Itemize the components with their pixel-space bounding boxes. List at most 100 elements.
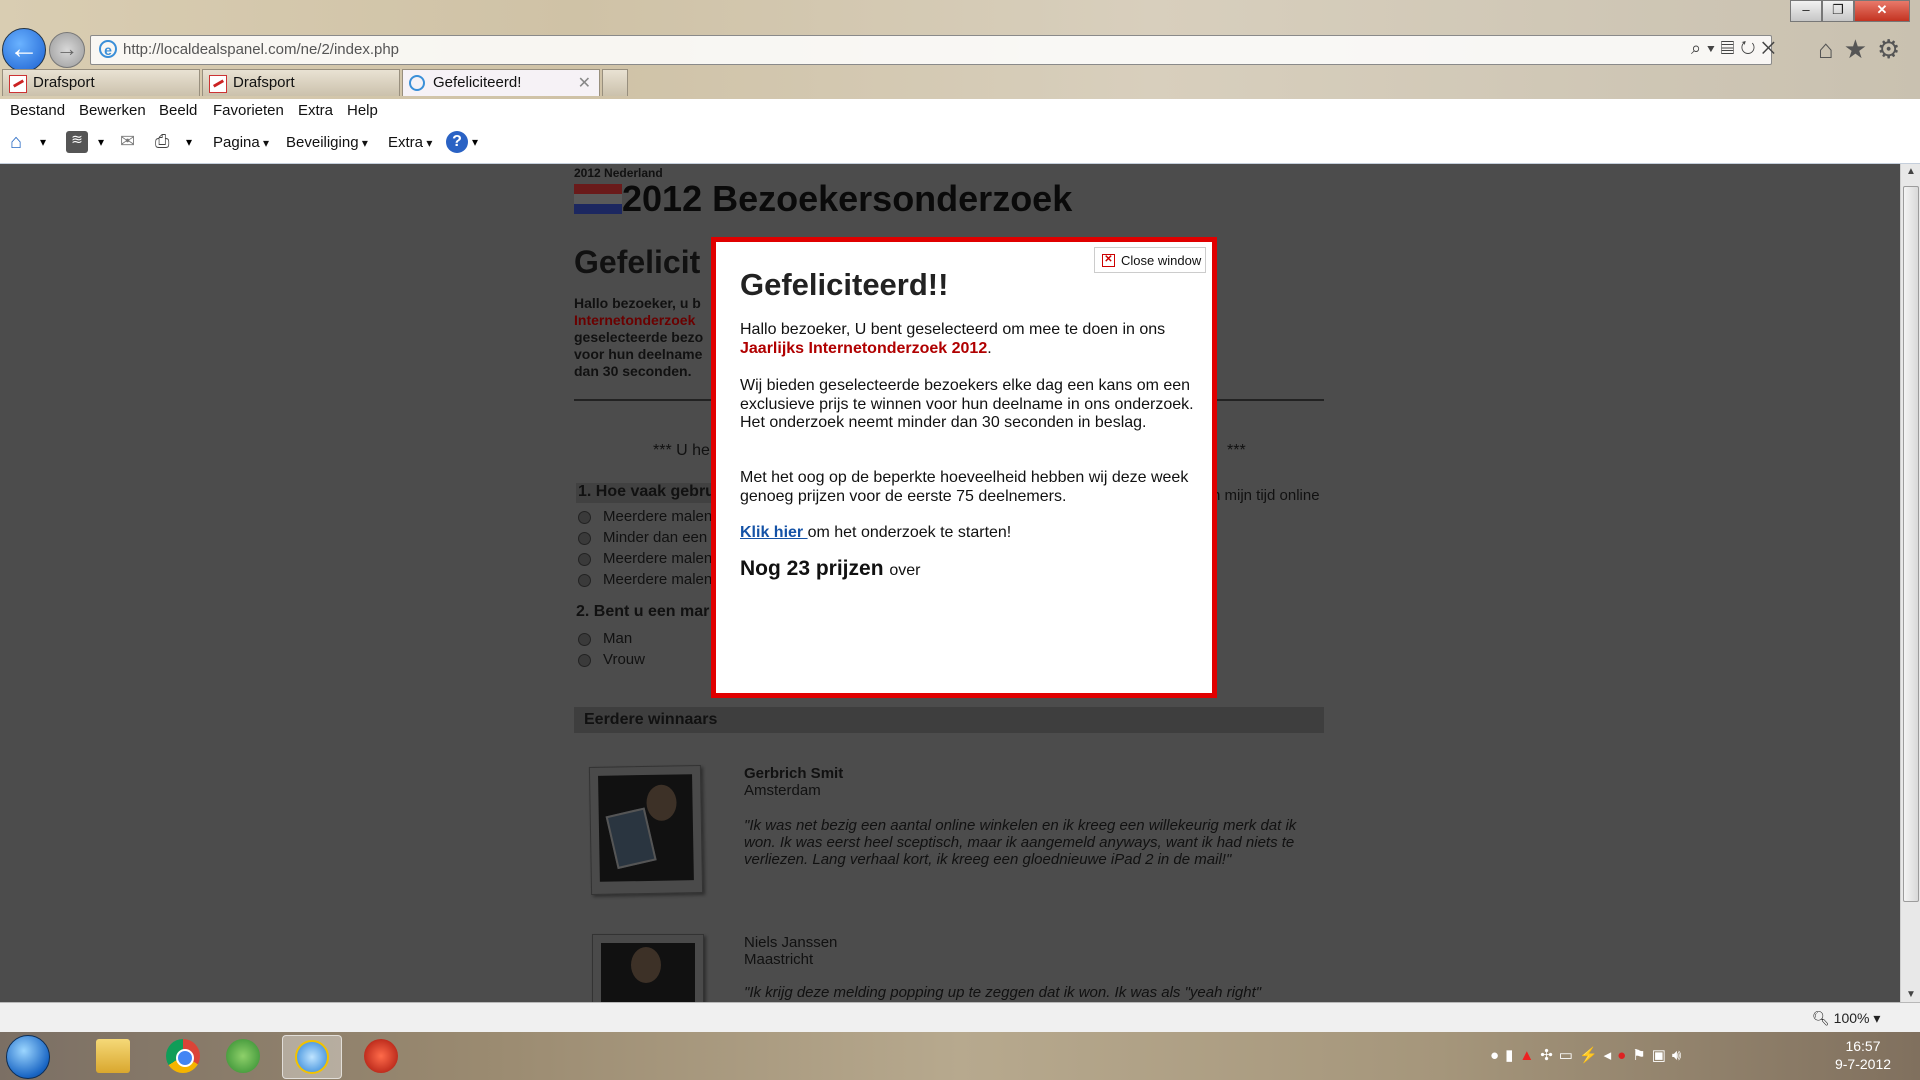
home-icon[interactable]: ⌂ [10, 131, 32, 153]
back-button[interactable]: ← [2, 28, 46, 72]
dropdown-icon[interactable]: ▾ [1707, 38, 1721, 58]
zoom-value: 100% [1833, 1010, 1870, 1026]
scroll-down-icon[interactable]: ▼ [1901, 989, 1920, 1000]
tray-icon[interactable]: ● [1490, 1047, 1505, 1064]
system-tray: ●▮▲✣▭⚡◂●⚑▣🔊︎ [1490, 1046, 1687, 1064]
radio-button[interactable] [578, 510, 591, 524]
modal-title: Gefeliciteerd!! [740, 267, 949, 302]
vertical-scrollbar[interactable]: ▲ ▼ [1900, 164, 1920, 1002]
intro-line: dan 30 seconden. [574, 363, 692, 379]
favorites-star-icon[interactable]: ★ [1844, 34, 1877, 64]
tab-drafsport-2[interactable]: Drafsport [202, 69, 400, 96]
search-icon[interactable]: ⌕ [1691, 38, 1707, 58]
page-menu[interactable]: Pagina [213, 134, 269, 151]
close-window-button[interactable]: ✕ [1854, 0, 1910, 22]
action-center-flag-icon[interactable]: ⚑ [1632, 1047, 1651, 1064]
network-icon[interactable]: ▣ [1652, 1047, 1672, 1064]
winner-city: Maastricht [744, 951, 814, 968]
internet-explorer-icon[interactable] [282, 1035, 342, 1079]
menu-help[interactable]: Help [347, 102, 378, 119]
option-label: Man [603, 630, 633, 647]
refresh-icon[interactable]: ↻ [1740, 38, 1761, 58]
print-icon[interactable]: ⎙ [155, 131, 177, 153]
radio-button[interactable] [578, 531, 591, 545]
explorer-folder-icon[interactable] [84, 1035, 142, 1077]
winner-quote: "Ik krijg deze melding popping up te zeg… [744, 984, 1262, 1001]
menu-bar: Bestand Bewerken Beeld Favorieten Extra … [0, 99, 1920, 164]
question-2-option[interactable]: Vrouw [578, 651, 645, 668]
tab-drafsport-1[interactable]: Drafsport [2, 69, 200, 96]
question-2-option[interactable]: Man [578, 630, 632, 647]
tab-close-icon[interactable]: ✕ [578, 73, 591, 93]
help-icon[interactable]: ? [446, 131, 468, 153]
tray-icon[interactable]: ▮ [1505, 1047, 1519, 1064]
drafsport-favicon-icon [209, 75, 227, 93]
app-taskbar-icon[interactable] [352, 1035, 410, 1077]
menu-bewerken[interactable]: Bewerken [79, 102, 146, 119]
option-label: Meerdere malen [603, 550, 713, 567]
mail-icon[interactable]: ✉ [120, 131, 142, 153]
question-1-option[interactable]: Meerdere malen [578, 550, 712, 567]
url-text[interactable]: http://localdealspanel.com/ne/2/index.ph… [123, 41, 399, 58]
radio-button[interactable] [578, 552, 591, 566]
start-button[interactable] [6, 1035, 50, 1079]
menu-bestand[interactable]: Bestand [10, 102, 65, 119]
radio-button[interactable] [578, 632, 591, 646]
close-window-button[interactable]: ✕ Close window [1094, 247, 1206, 273]
maximize-button[interactable]: ❐ [1822, 0, 1854, 22]
chrome-icon[interactable] [154, 1035, 212, 1077]
dropdown-icon[interactable]: ▾ [98, 135, 120, 157]
zoom-level[interactable]: 🔍︎ 100% ▾ [1812, 1010, 1880, 1027]
tray-icon[interactable]: ● [1617, 1047, 1632, 1064]
tray-icon[interactable]: ✣ [1540, 1047, 1559, 1064]
background-heading: Gefelicit [574, 244, 701, 280]
settings-gear-icon[interactable]: ⚙ [1877, 34, 1910, 64]
extra-menu[interactable]: Extra [388, 134, 432, 151]
stop-icon[interactable]: ✕ [1762, 38, 1782, 58]
tray-icon[interactable]: ◂ [1604, 1047, 1618, 1064]
intro-line: voor hun deelname [574, 346, 703, 362]
address-bar[interactable]: e http://localdealspanel.com/ne/2/index.… [90, 35, 1775, 65]
winner-name: Gerbrich Smit [744, 765, 844, 782]
adobe-tray-icon[interactable]: ▲ [1519, 1047, 1540, 1064]
tab-gefeliciteerd[interactable]: Gefeliciteerd! ✕ [402, 69, 600, 96]
menu-favorieten[interactable]: Favorieten [213, 102, 284, 119]
intro-line: Internetonderzoek [574, 312, 696, 328]
taskbar-clock[interactable]: 16:57 9-7-2012 [1818, 1037, 1908, 1073]
radio-button[interactable] [578, 573, 591, 587]
scroll-up-icon[interactable]: ▲ [1901, 166, 1920, 177]
zoom-icon: 🔍︎ [1812, 1010, 1834, 1026]
modal-cta: Klik hier om het onderzoek te starten! [740, 524, 1196, 543]
radio-button[interactable] [578, 653, 591, 667]
person-face [646, 784, 677, 821]
minimize-button[interactable]: – [1790, 0, 1822, 22]
winner-name: Niels Janssen [744, 934, 838, 951]
messenger-icon[interactable] [214, 1035, 272, 1077]
home-icon[interactable]: ⌂ [1818, 34, 1844, 64]
menu-extra[interactable]: Extra [298, 102, 333, 119]
dropdown-icon[interactable]: ▾ [472, 135, 494, 157]
browser-command-icons: ⌂★⚙ [1818, 34, 1910, 65]
question-1-option[interactable]: Meerdere malen [578, 571, 712, 588]
tray-icon[interactable]: ⚡ [1579, 1047, 1604, 1064]
address-tools[interactable]: ⌕▾▤↻✕ [1691, 38, 1781, 59]
security-menu[interactable]: Beveiliging [286, 134, 368, 151]
compat-view-icon[interactable]: ▤ [1721, 38, 1741, 58]
modal-paragraph-2: Wij bieden geselecteerde bezoekers elke … [740, 377, 1194, 431]
question-1-option[interactable]: Minder dan een [578, 529, 707, 546]
menu-beeld[interactable]: Beeld [159, 102, 197, 119]
forward-button[interactable]: → [49, 32, 85, 68]
scrollbar-thumb[interactable] [1903, 186, 1919, 902]
tray-icon[interactable]: ▭ [1559, 1047, 1579, 1064]
rss-feed-icon[interactable]: ≋ [66, 131, 88, 153]
question-1-option[interactable]: Meerdere malen [578, 508, 712, 525]
start-survey-link[interactable]: Klik hier [740, 524, 808, 541]
congratulations-modal: ✕ Close window Gefeliciteerd!! Hallo bez… [711, 237, 1217, 698]
dutch-flag-icon [574, 184, 622, 214]
dropdown-icon[interactable]: ▾ [186, 135, 208, 157]
modal-survey-name: Jaarlijks Internetonderzoek 2012 [740, 339, 988, 357]
volume-icon[interactable]: 🔊︎ [1672, 1047, 1687, 1064]
dropdown-icon[interactable]: ▾ [40, 135, 62, 157]
new-tab-button[interactable] [602, 69, 628, 96]
ie-page-icon: e [99, 40, 117, 58]
